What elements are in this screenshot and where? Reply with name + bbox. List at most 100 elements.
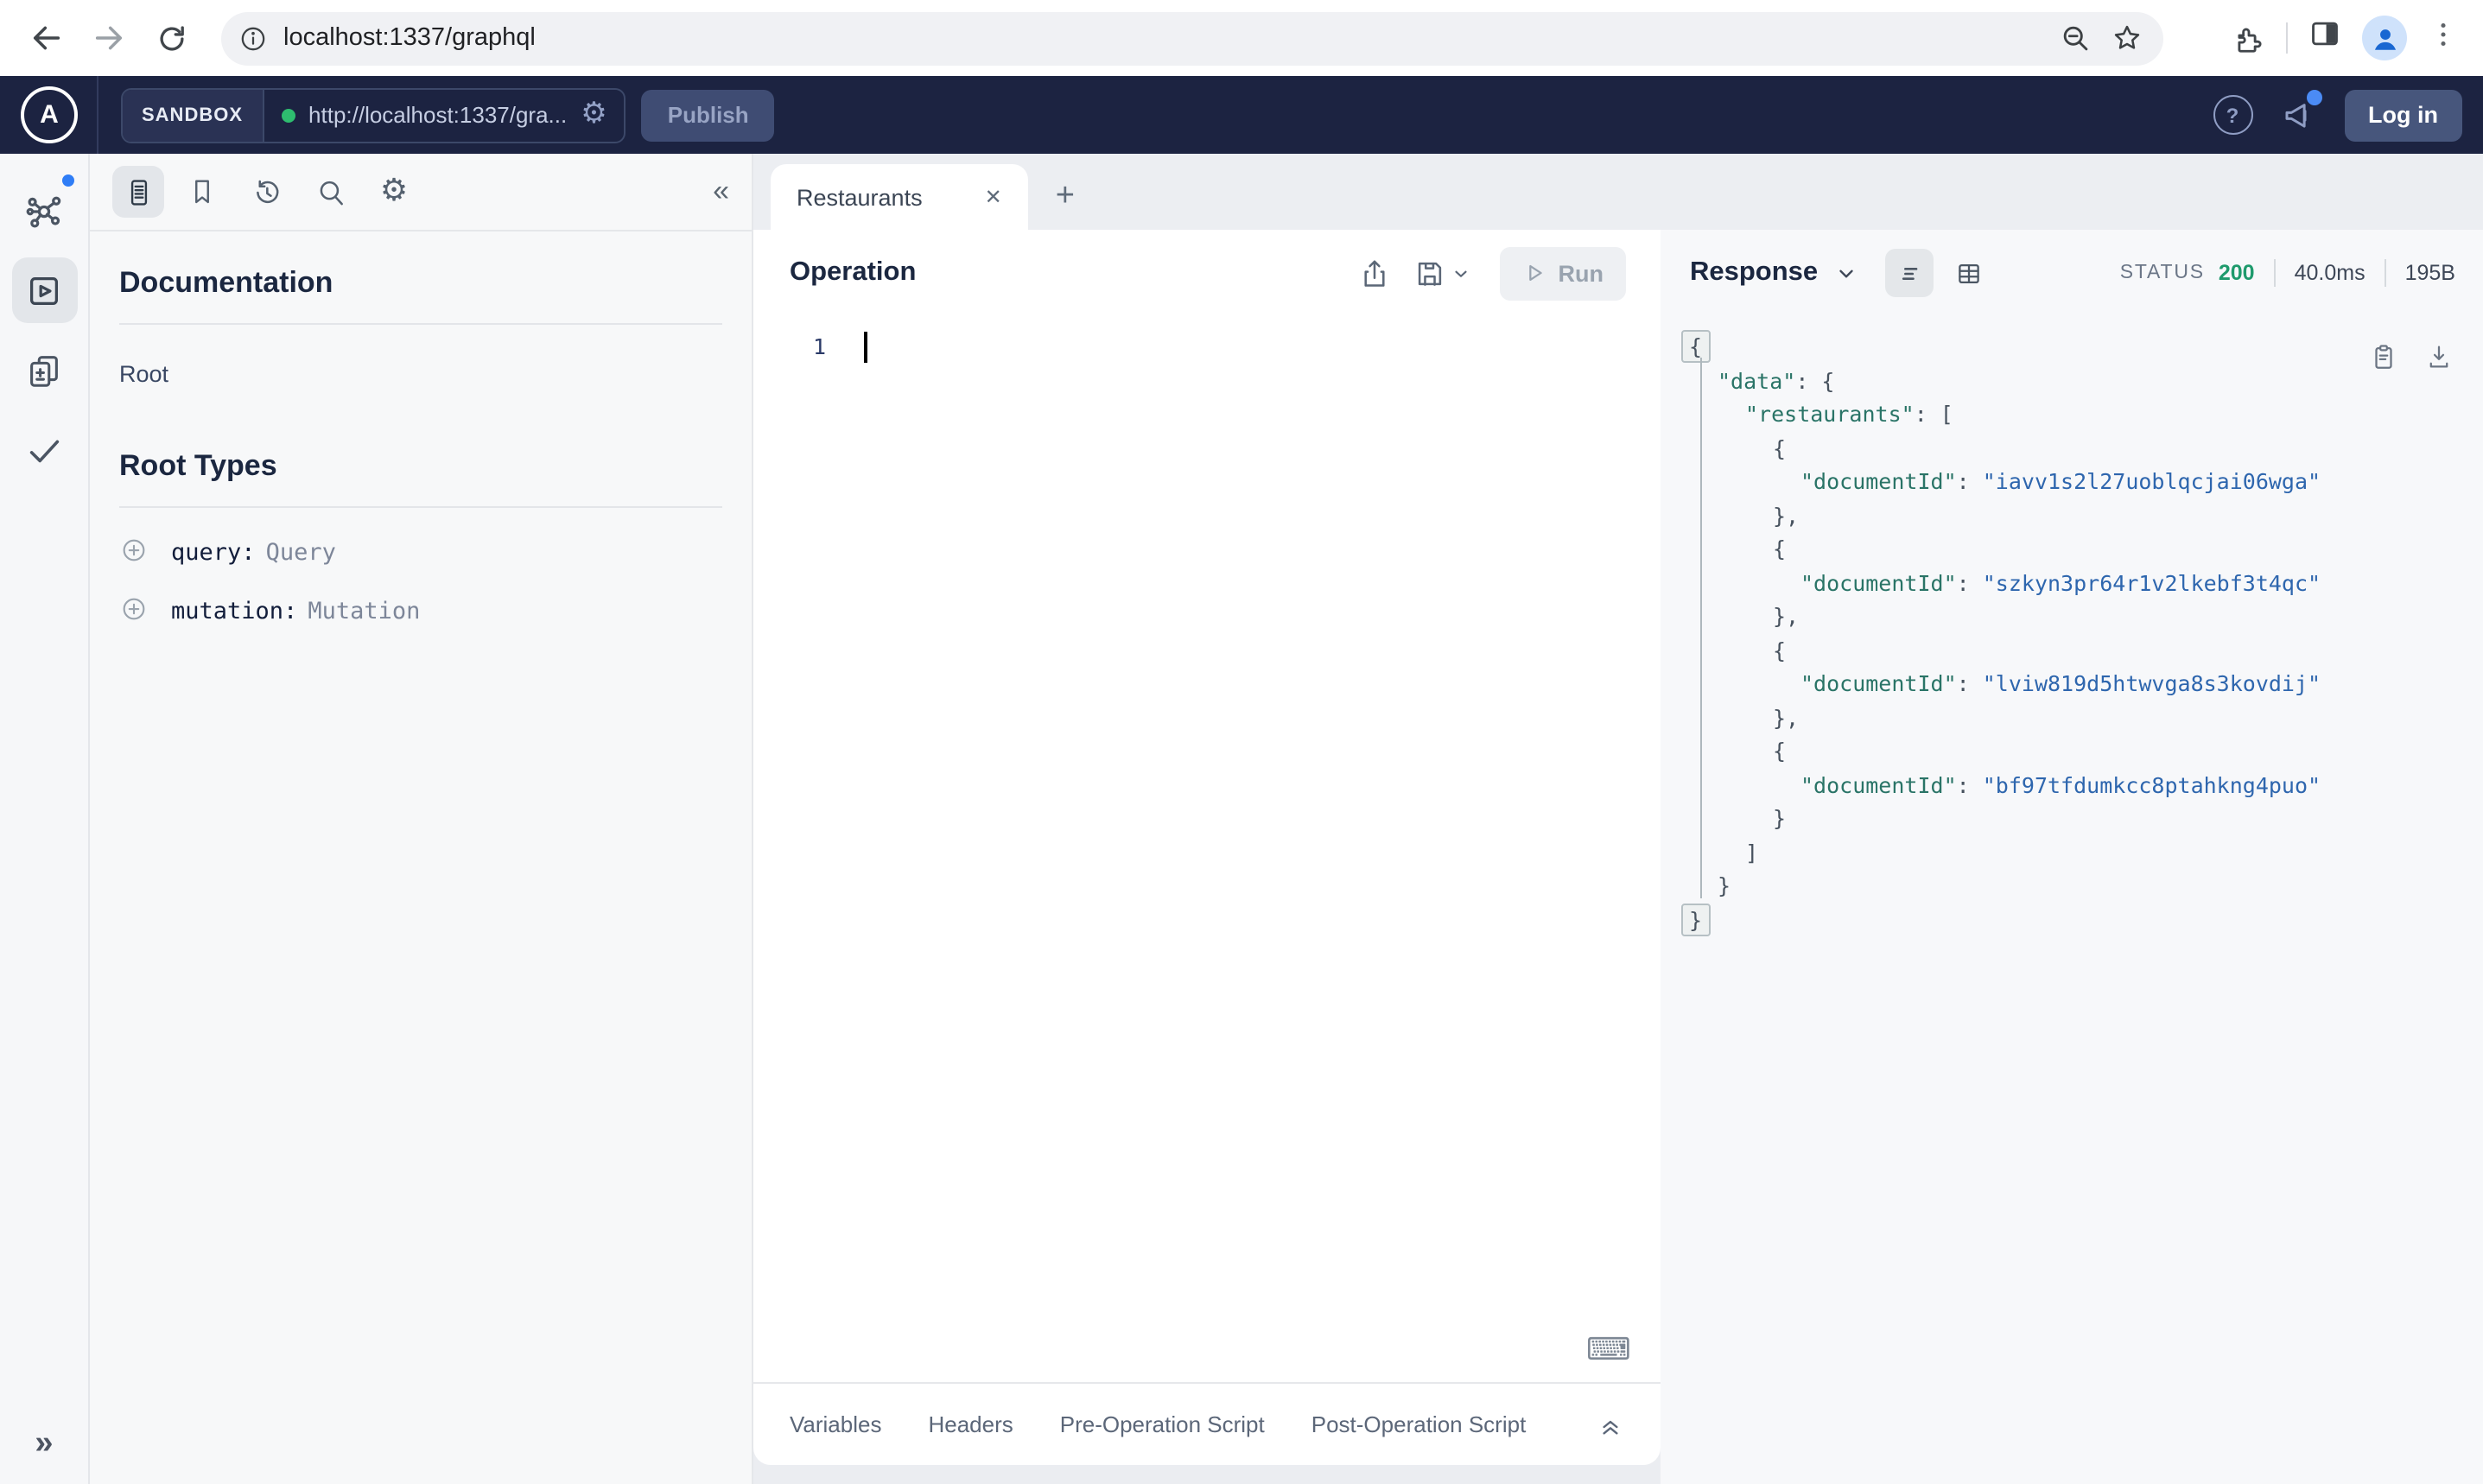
nav-explorer[interactable]: [11, 257, 77, 323]
field-type[interactable]: Query: [266, 539, 336, 567]
share-button[interactable]: [1358, 257, 1391, 289]
forward-button[interactable]: [79, 9, 138, 67]
tab-pre-operation-script[interactable]: Pre-Operation Script: [1060, 1411, 1265, 1437]
status-label: STATUS: [2119, 263, 2205, 283]
login-button[interactable]: Log in: [2344, 89, 2462, 141]
chevron-down-icon: [1839, 269, 1853, 277]
nav-notification-dot: [61, 174, 73, 187]
field-type[interactable]: Mutation: [308, 598, 420, 625]
bookmark-page-button[interactable]: [2101, 12, 2153, 64]
operation-actions: Run: [1358, 246, 1626, 300]
run-button[interactable]: Run: [1499, 246, 1626, 300]
json-line: "documentId": "szkyn3pr64r1v2lkebf3t4qc": [1800, 569, 2321, 595]
root-type-row-mutation[interactable]: mutation: Mutation: [119, 593, 722, 625]
add-field-icon[interactable]: [119, 536, 149, 565]
connection-status-dot: [281, 108, 295, 122]
documentation-title: Documentation: [119, 266, 333, 299]
site-info-icon[interactable]: [238, 23, 268, 53]
zoom-button[interactable]: [2049, 12, 2101, 64]
field-name[interactable]: query:: [171, 539, 256, 567]
json-line: }: [1681, 903, 2459, 936]
tab-strip: Restaurants ✕ +: [753, 154, 2483, 230]
response-size: 195B: [2404, 261, 2455, 285]
table-icon: [1958, 263, 1978, 283]
announcements-button[interactable]: [2280, 90, 2321, 133]
download-response-button[interactable]: [2424, 342, 2454, 371]
response-meta: STATUS 200 40.0ms 195B: [2120, 259, 2455, 287]
zoom-out-icon: [2063, 26, 2088, 51]
extensions-button[interactable]: [2232, 22, 2265, 54]
new-tab-button[interactable]: +: [1056, 178, 1075, 216]
settings-button[interactable]: ⚙: [368, 166, 420, 218]
json-line: "documentId": "bf97tfdumkcc8ptahkng4puo": [1800, 771, 2321, 797]
explorer-play-icon: [29, 276, 59, 305]
tab-variables[interactable]: Variables: [790, 1411, 881, 1437]
keyboard-shortcuts-icon[interactable]: ⌨: [1586, 1335, 1631, 1367]
search-icon: [319, 180, 342, 205]
profile-avatar[interactable]: [2362, 16, 2407, 60]
endpoint-body: http://localhost:1337/gra... ⚙: [264, 99, 625, 130]
diff-documents-icon: [30, 355, 58, 386]
table-view-button[interactable]: [1944, 249, 1992, 297]
expand-rail-button[interactable]: »: [0, 1425, 88, 1463]
browser-menu-button[interactable]: [2428, 18, 2459, 58]
docs-tab-button[interactable]: [112, 166, 164, 218]
root-types-title: Root Types: [119, 449, 277, 482]
notification-dot: [2306, 90, 2321, 105]
add-field-icon[interactable]: [119, 594, 149, 624]
share-icon: [1363, 259, 1385, 286]
response-menu-button[interactable]: [1835, 262, 1857, 284]
field-name[interactable]: mutation:: [171, 598, 297, 625]
search-button[interactable]: [304, 166, 356, 218]
root-type-row-query[interactable]: query: Query: [119, 534, 722, 567]
root-type-text: query: Query: [171, 534, 336, 567]
operation-editor[interactable]: 1 ⌨: [753, 316, 1661, 1382]
json-line: ]: [1745, 839, 1759, 865]
forward-arrow-icon: [95, 26, 123, 50]
address-bar[interactable]: localhost:1337/graphql: [221, 11, 2163, 65]
list-lines-icon: [1902, 267, 1917, 279]
json-line: {: [1773, 536, 1787, 561]
screen: localhost:1337/graphql A SANDBOX http://…: [0, 0, 2483, 1484]
close-tab-icon[interactable]: ✕: [985, 185, 1002, 209]
help-button[interactable]: ?: [2213, 95, 2252, 135]
apollo-logo[interactable]: A: [21, 86, 78, 143]
extensions-puzzle-icon: [2238, 27, 2262, 52]
copy-response-button[interactable]: [2369, 342, 2398, 371]
operation-footer: Variables Headers Pre-Operation Script P…: [753, 1382, 1661, 1465]
publish-button[interactable]: Publish: [641, 89, 775, 141]
json-line: },: [1773, 704, 1800, 730]
history-button[interactable]: [240, 166, 292, 218]
history-clock-icon: [256, 179, 278, 203]
nav-schema-diff[interactable]: [11, 337, 77, 403]
checkmark-icon: [29, 439, 60, 462]
nav-checks[interactable]: [11, 416, 77, 482]
tab-restaurants[interactable]: Restaurants ✕: [771, 164, 1028, 230]
endpoint-settings-gear-icon[interactable]: ⚙: [581, 99, 607, 130]
side-panel-button[interactable]: [2308, 17, 2341, 59]
save-floppy-icon: [1418, 261, 1441, 285]
nav-schema-graph[interactable]: [11, 174, 77, 244]
back-button[interactable]: [17, 9, 76, 67]
code-fold-line: [1700, 358, 1702, 898]
save-button[interactable]: [1413, 257, 1470, 289]
raw-view-button[interactable]: [1885, 249, 1934, 297]
reload-button[interactable]: [142, 9, 200, 67]
collapse-sidebar-button[interactable]: «: [713, 174, 729, 209]
json-line: },: [1773, 603, 1800, 629]
collapse-footer-button[interactable]: [1597, 1411, 1624, 1438]
response-time: 40.0ms: [2294, 261, 2366, 285]
document-icon: [130, 179, 147, 205]
root-link[interactable]: Root: [119, 361, 722, 387]
run-label: Run: [1558, 260, 1604, 286]
tab-headers[interactable]: Headers: [928, 1411, 1013, 1437]
json-line: {: [1773, 738, 1787, 764]
json-line: }: [1773, 805, 1787, 831]
star-icon: [2114, 25, 2140, 49]
endpoint-url[interactable]: http://localhost:1337/gra...: [308, 102, 567, 128]
tab-post-operation-script[interactable]: Post-Operation Script: [1311, 1411, 1527, 1437]
apollo-header: A SANDBOX http://localhost:1337/gra... ⚙…: [0, 76, 2483, 154]
saved-operations-button[interactable]: [176, 166, 228, 218]
url-text: localhost:1337/graphql: [283, 24, 536, 52]
side-panel-icon: [2312, 22, 2338, 46]
